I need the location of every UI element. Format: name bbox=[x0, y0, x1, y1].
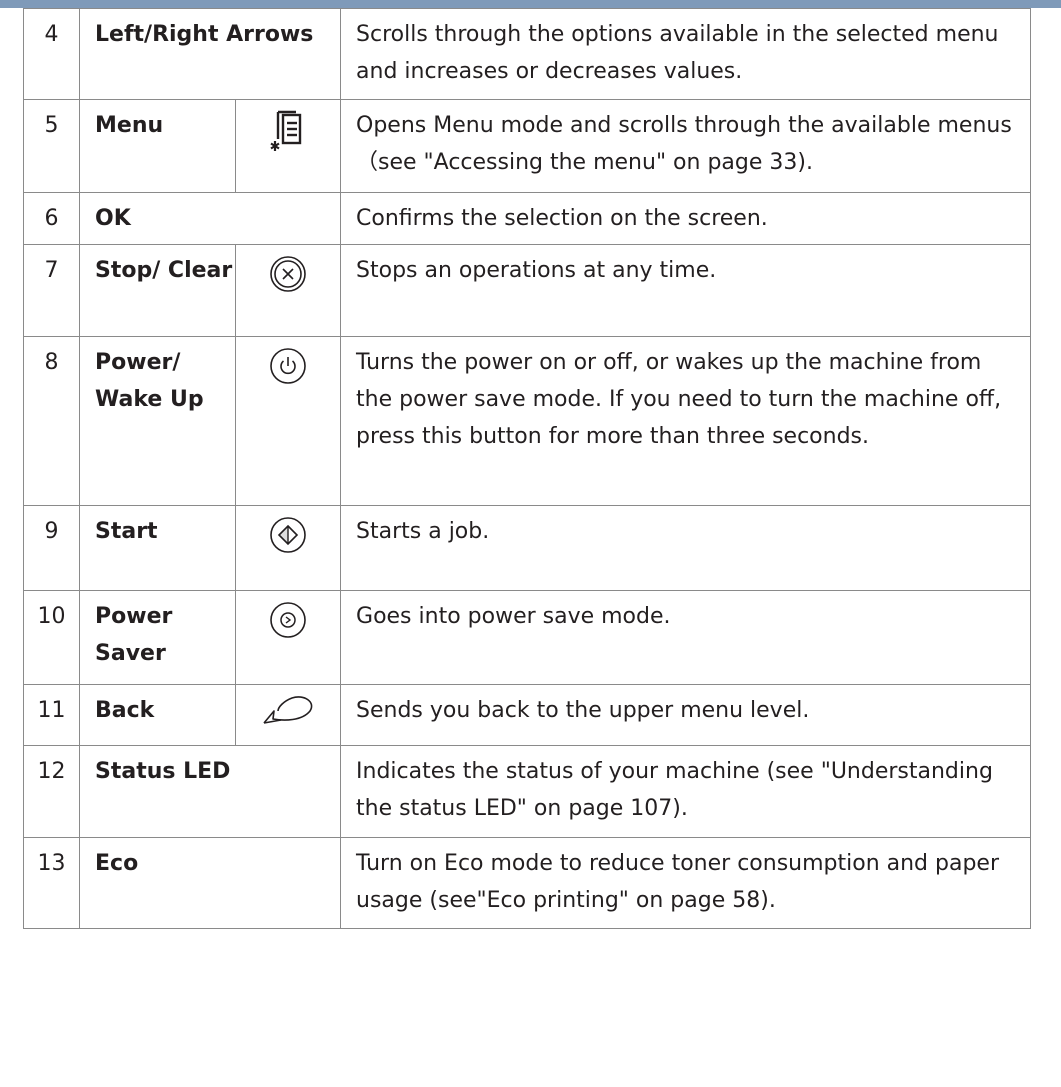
control-description: Sends you back to the upper menu level. bbox=[340, 684, 1031, 746]
row-number: 10 bbox=[23, 590, 80, 685]
icon-cell bbox=[234, 99, 342, 193]
control-description: Stops an operations at any time. bbox=[340, 244, 1031, 337]
table-row: 5 Menu Opens Menu mode and scrolls throu… bbox=[23, 99, 1031, 193]
table-row: 9 Start Starts a job. bbox=[23, 505, 1031, 591]
row-number: 6 bbox=[23, 192, 80, 245]
control-name: Back bbox=[79, 684, 236, 746]
row-number: 13 bbox=[23, 837, 80, 929]
power-saver-icon bbox=[268, 600, 308, 652]
menu-icon bbox=[270, 109, 306, 165]
control-description: Goes into power save mode. bbox=[340, 590, 1031, 685]
control-name: Eco bbox=[78, 837, 342, 929]
control-name: Stop/ Clear bbox=[79, 244, 236, 337]
control-panel-table: 4 Left/Right Arrows Scrolls through the … bbox=[23, 8, 1031, 929]
control-name: Left/Right Arrows bbox=[78, 8, 342, 100]
table-row: 6 OK Confirms the selection on the scree… bbox=[23, 192, 1031, 245]
control-description: Turn on Eco mode to reduce toner consump… bbox=[340, 837, 1031, 929]
row-number: 12 bbox=[23, 745, 80, 838]
table-row: 13 Eco Turn on Eco mode to reduce toner … bbox=[23, 837, 1031, 929]
icon-cell bbox=[234, 684, 342, 746]
start-icon bbox=[268, 515, 308, 567]
control-name: Status LED bbox=[78, 745, 342, 838]
control-name: Power/ Wake Up bbox=[79, 336, 236, 506]
row-number: 7 bbox=[23, 244, 80, 337]
table-row: 11 Back Sends you back to the upper menu… bbox=[23, 684, 1031, 746]
icon-cell bbox=[234, 336, 342, 506]
row-number: 5 bbox=[23, 99, 80, 193]
table-row: 4 Left/Right Arrows Scrolls through the … bbox=[23, 8, 1031, 100]
control-description: Turns the power on or off, or wakes up t… bbox=[340, 336, 1031, 506]
control-description: Indicates the status of your machine (se… bbox=[340, 745, 1031, 838]
control-name: OK bbox=[78, 192, 342, 245]
row-number: 11 bbox=[23, 684, 80, 746]
control-name: Menu bbox=[79, 99, 236, 193]
power-icon bbox=[268, 346, 308, 398]
control-name: Start bbox=[79, 505, 236, 591]
control-name: Power Saver bbox=[79, 590, 236, 685]
stop-clear-icon bbox=[268, 254, 308, 306]
table-row: 7 Stop/ Clear Stops an operations at any… bbox=[23, 244, 1031, 337]
icon-cell bbox=[234, 590, 342, 685]
back-icon bbox=[260, 689, 316, 741]
icon-cell bbox=[234, 244, 342, 337]
control-description: Scrolls through the options available in… bbox=[340, 8, 1031, 100]
row-number: 9 bbox=[23, 505, 80, 591]
control-description: Confirms the selection on the screen. bbox=[340, 192, 1031, 245]
control-description: Opens Menu mode and scrolls through the … bbox=[340, 99, 1031, 193]
header-bar bbox=[0, 0, 1061, 8]
row-number: 4 bbox=[23, 8, 80, 100]
row-number: 8 bbox=[23, 336, 80, 506]
icon-cell bbox=[234, 505, 342, 591]
table-row: 10 Power Saver Goes into power save mode… bbox=[23, 590, 1031, 685]
control-description: Starts a job. bbox=[340, 505, 1031, 591]
table-row: 12 Status LED Indicates the status of yo… bbox=[23, 745, 1031, 838]
table-row: 8 Power/ Wake Up Turns the power on or o… bbox=[23, 336, 1031, 506]
